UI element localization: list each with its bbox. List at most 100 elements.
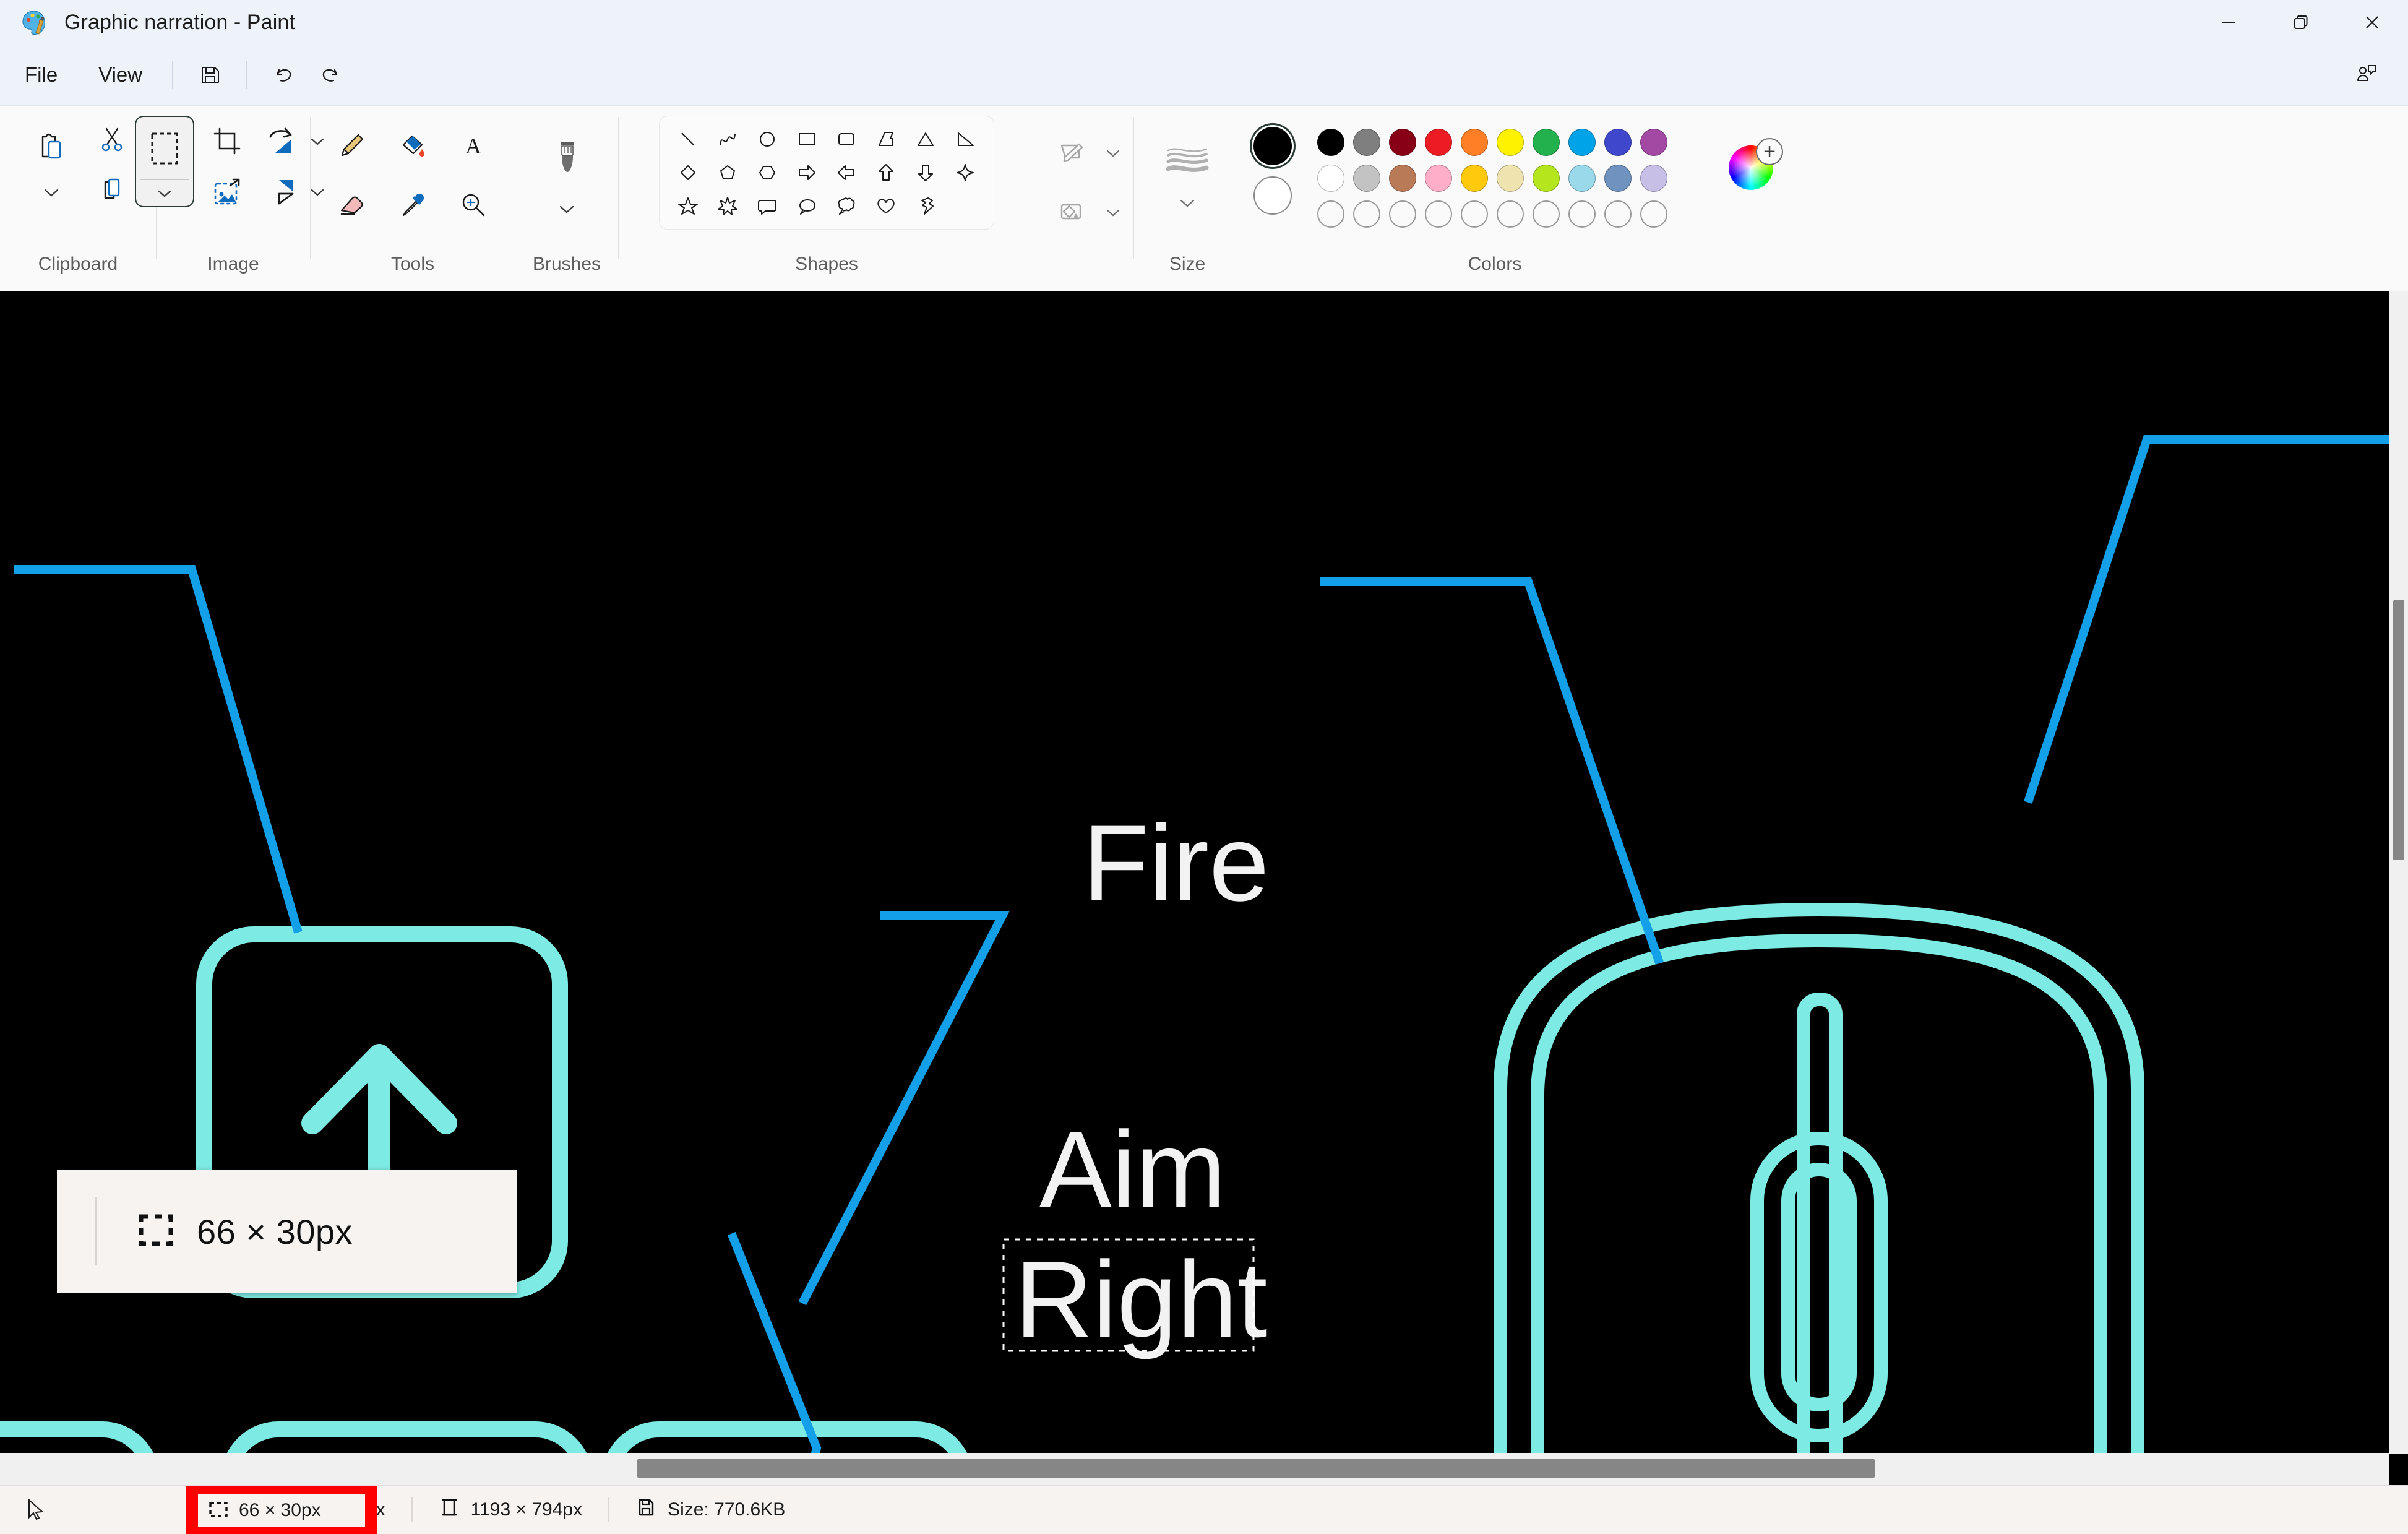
text-icon[interactable]: A [443,116,504,175]
eyedropper-icon[interactable] [382,175,443,235]
shape-down-arrow-icon[interactable] [906,156,945,189]
palette-cell[interactable] [1313,160,1349,196]
palette-cell[interactable] [1456,196,1492,232]
shape-rounded-callout-icon[interactable] [747,189,787,223]
palette-cell[interactable] [1636,160,1672,196]
horizontal-scrollbar[interactable] [0,1453,2389,1485]
palette-cell[interactable] [1528,124,1564,160]
empty-color-slot[interactable] [1604,200,1632,228]
shape-right-triangle-icon[interactable] [945,123,985,156]
palette-cell[interactable] [1600,196,1636,232]
palette-cell[interactable] [1421,160,1456,196]
paste-icon[interactable] [22,116,81,178]
color-swatch[interactable] [1568,165,1596,192]
palette-cell[interactable] [1385,196,1421,232]
palette-cell[interactable] [1564,124,1600,160]
color-swatch[interactable] [1640,129,1667,156]
brush-icon[interactable] [533,127,601,195]
palette-cell[interactable] [1456,160,1492,196]
shape-up-arrow-icon[interactable] [866,156,906,189]
palette-cell[interactable] [1349,196,1385,232]
palette-cell[interactable] [1492,124,1528,160]
palette-cell[interactable] [1564,160,1600,196]
horizontal-scrollbar-thumb[interactable] [637,1459,1875,1478]
color-swatch[interactable] [1389,129,1416,156]
color-swatch[interactable] [1533,165,1560,192]
shape-oval-callout-icon[interactable] [787,189,827,223]
empty-color-slot[interactable] [1461,200,1488,228]
color-swatch[interactable] [1425,129,1452,156]
resize-icon[interactable] [200,166,254,217]
palette-cell[interactable] [1636,124,1672,160]
shape-rounded-rectangle-icon[interactable] [827,123,866,156]
palette-cell[interactable] [1528,196,1564,232]
color-swatch[interactable] [1497,129,1524,156]
select-icon[interactable] [135,116,194,207]
outline-icon[interactable] [1044,127,1099,179]
color-swatch[interactable] [1317,165,1344,192]
empty-color-slot[interactable] [1317,200,1344,228]
color-swatch[interactable] [1425,165,1452,192]
shape-four-point-star-icon[interactable] [945,156,985,189]
save-icon[interactable] [187,52,233,98]
shape-five-point-star-icon[interactable] [668,189,708,223]
palette-cell[interactable] [1349,160,1385,196]
flip-icon[interactable] [254,166,307,217]
palette-cell[interactable] [1421,124,1456,160]
color-swatch[interactable] [1353,165,1380,192]
vertical-scrollbar-thumb[interactable] [2393,600,2404,860]
color-swatch[interactable] [1461,129,1488,156]
crop-icon[interactable] [200,116,254,166]
eraser-icon[interactable] [322,175,382,235]
vertical-scrollbar[interactable] [2389,291,2408,1454]
palette-cell[interactable] [1456,124,1492,160]
color-swatch[interactable] [1604,129,1632,156]
palette-cell[interactable] [1600,124,1636,160]
empty-color-slot[interactable] [1640,200,1667,228]
shape-heart-icon[interactable] [866,189,906,223]
shape-left-arrow-icon[interactable] [827,156,866,189]
primary-color-swatch[interactable] [1253,127,1292,165]
shape-hexagon-icon[interactable] [747,156,787,189]
select-chevron-down-icon[interactable] [157,180,173,206]
color-swatch[interactable] [1604,165,1632,192]
color-swatch[interactable] [1353,129,1380,156]
fill-shape-icon[interactable] [1044,186,1099,238]
magnifier-icon[interactable] [443,175,504,235]
restore-icon[interactable] [2264,0,2336,45]
shape-lightning-icon[interactable] [906,189,945,223]
color-swatch[interactable] [1389,165,1416,192]
color-swatch[interactable] [1568,129,1596,156]
pencil-icon[interactable] [322,116,382,175]
rotate-icon[interactable] [254,116,307,166]
color-swatch[interactable] [1461,165,1488,192]
shape-triangle-icon[interactable] [906,123,945,156]
color-swatch[interactable] [1533,129,1560,156]
empty-color-slot[interactable] [1497,200,1524,228]
palette-cell[interactable] [1313,124,1349,160]
add-color-plus-icon[interactable]: + [1756,138,1783,165]
undo-icon[interactable] [261,52,307,98]
palette-cell[interactable] [1636,196,1672,232]
redo-icon[interactable] [307,52,353,98]
palette-cell[interactable] [1349,124,1385,160]
palette-cell[interactable] [1492,196,1528,232]
shape-right-arrow-icon[interactable] [787,156,827,189]
palette-cell[interactable] [1600,160,1636,196]
outline-chevron-down-icon[interactable] [1103,148,1124,158]
palette-cell[interactable] [1385,160,1421,196]
paste-chevron-down-icon[interactable] [41,178,62,207]
size-chevron-down-icon[interactable] [1177,189,1198,217]
palette-cell[interactable] [1313,196,1349,232]
fill-chevron-down-icon[interactable] [1103,207,1124,217]
shape-pentagon-icon[interactable] [708,156,747,189]
shape-line-icon[interactable] [668,123,708,156]
close-icon[interactable] [2336,0,2408,45]
empty-color-slot[interactable] [1389,200,1416,228]
copilot-icon[interactable] [2344,52,2389,98]
shape-diamond-icon[interactable] [668,156,708,189]
empty-color-slot[interactable] [1568,200,1596,228]
color-swatch[interactable] [1497,165,1524,192]
palette-cell[interactable] [1421,196,1456,232]
palette-cell[interactable] [1528,160,1564,196]
